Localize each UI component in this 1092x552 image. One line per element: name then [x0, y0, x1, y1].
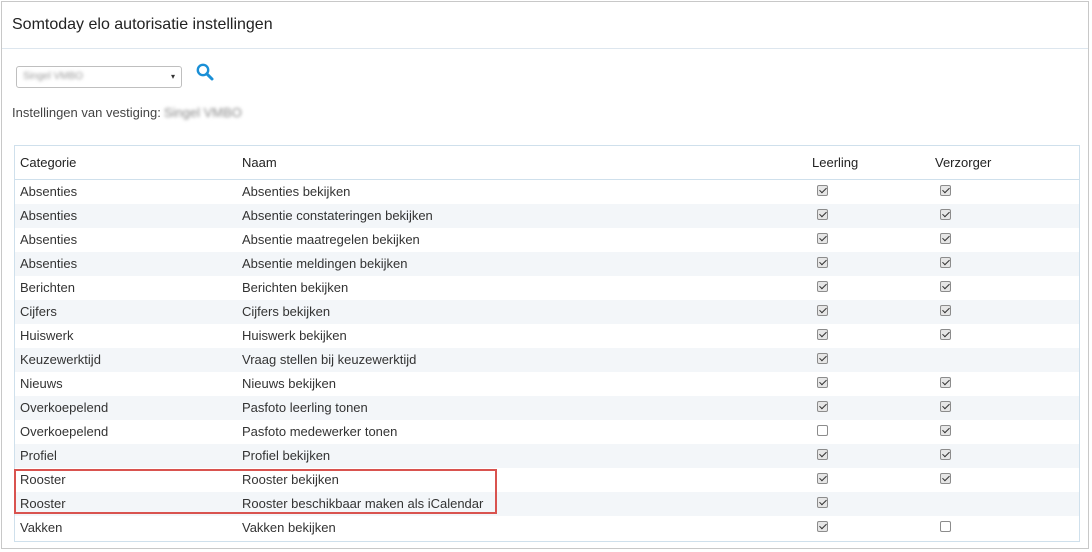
leerling-checkbox[interactable]	[817, 401, 828, 412]
cell-categorie: Cijfers	[20, 304, 57, 319]
leerling-checkbox[interactable]	[817, 377, 828, 388]
cell-categorie: Nieuws	[20, 376, 63, 391]
table-row: Cijfers Cijfers bekijken	[15, 300, 1079, 324]
leerling-checkbox[interactable]	[817, 473, 828, 484]
search-icon[interactable]	[195, 62, 215, 82]
verzorger-checkbox[interactable]	[940, 281, 951, 292]
verzorger-checkbox[interactable]	[940, 329, 951, 340]
verzorger-checkbox[interactable]	[940, 521, 951, 532]
verzorger-checkbox[interactable]	[940, 305, 951, 316]
column-header-naam: Naam	[242, 155, 277, 170]
verzorger-checkbox[interactable]	[940, 449, 951, 460]
leerling-checkbox[interactable]	[817, 305, 828, 316]
cell-naam: Absentie constateringen bekijken	[242, 208, 433, 223]
table-row: Profiel Profiel bekijken	[15, 444, 1079, 468]
cell-categorie: Berichten	[20, 280, 75, 295]
cell-naam: Pasfoto leerling tonen	[242, 400, 368, 415]
table-row: Vakken Vakken bekijken	[15, 516, 1079, 540]
table-row: Berichten Berichten bekijken	[15, 276, 1079, 300]
chevron-down-icon: ▾	[170, 72, 175, 81]
table-row: Absenties Absentie meldingen bekijken	[15, 252, 1079, 276]
leerling-checkbox[interactable]	[817, 281, 828, 292]
leerling-checkbox[interactable]	[817, 425, 828, 436]
leerling-checkbox[interactable]	[817, 449, 828, 460]
table-row: Overkoepelend Pasfoto leerling tonen	[15, 396, 1079, 420]
verzorger-checkbox[interactable]	[940, 473, 951, 484]
cell-categorie: Vakken	[20, 520, 63, 535]
table-row: Absenties Absentie constateringen bekijke…	[15, 204, 1079, 228]
cell-categorie: Absenties	[20, 256, 78, 271]
leerling-checkbox[interactable]	[817, 233, 828, 244]
cell-categorie: Overkoepelend	[20, 424, 109, 439]
leerling-checkbox[interactable]	[817, 329, 828, 340]
table-header: Categorie Naam Leerling Verzorger	[15, 146, 1079, 180]
verzorger-checkbox[interactable]	[940, 209, 951, 220]
table-row: Overkoepelend Pasfoto medewerker tonen	[15, 420, 1079, 444]
verzorger-checkbox[interactable]	[940, 377, 951, 388]
verzorger-checkbox[interactable]	[940, 401, 951, 412]
table-row: Absenties Absenties bekijken	[15, 180, 1079, 204]
cell-categorie: Keuzewerktijd	[20, 352, 101, 367]
column-header-leerling: Leerling	[812, 155, 859, 170]
cell-categorie: Overkoepelend	[20, 400, 109, 415]
title-divider	[2, 48, 1088, 49]
vestiging-name: Singel VMBO	[163, 105, 242, 120]
cell-categorie: Huiswerk	[20, 328, 74, 343]
cell-naam: Absentie maatregelen bekijken	[242, 232, 420, 247]
table-row: Nieuws Nieuws bekijken	[15, 372, 1079, 396]
cell-naam: Absentie meldingen bekijken	[242, 256, 408, 271]
column-header-categorie: Categorie	[20, 155, 77, 170]
verzorger-checkbox[interactable]	[940, 233, 951, 244]
cell-naam: Pasfoto medewerker tonen	[242, 424, 398, 439]
column-header-verzorger: Verzorger	[935, 155, 992, 170]
cell-naam: Nieuws bekijken	[242, 376, 336, 391]
cell-naam: Vraag stellen bij keuzewerktijd	[242, 352, 417, 367]
verzorger-checkbox[interactable]	[940, 425, 951, 436]
verzorger-checkbox[interactable]	[940, 257, 951, 268]
cell-naam: Profiel bekijken	[242, 448, 331, 463]
leerling-checkbox[interactable]	[817, 257, 828, 268]
table-row: Huiswerk Huiswerk bekijken	[15, 324, 1079, 348]
leerling-checkbox[interactable]	[817, 521, 828, 532]
highlight-box	[14, 469, 497, 514]
vestiging-label: Instellingen van vestiging: Singel VMBO	[12, 105, 242, 120]
cell-categorie: Absenties	[20, 184, 78, 199]
vestiging-select[interactable]: Singel VMBO ▾	[16, 66, 182, 88]
cell-categorie: Absenties	[20, 232, 78, 247]
vestiging-select-value: Singel VMBO	[23, 71, 84, 82]
leerling-checkbox[interactable]	[817, 497, 828, 508]
table-row: Keuzewerktijd Vraag stellen bij keuzewerk…	[15, 348, 1079, 372]
cell-categorie: Profiel	[20, 448, 57, 463]
page-title: Somtoday elo autorisatie instellingen	[12, 16, 273, 33]
vestiging-label-text: Instellingen van vestiging:	[12, 105, 161, 120]
leerling-checkbox[interactable]	[817, 185, 828, 196]
leerling-checkbox[interactable]	[817, 353, 828, 364]
cell-categorie: Absenties	[20, 208, 78, 223]
table-row: Absenties Absentie maatregelen bekijken	[15, 228, 1079, 252]
verzorger-checkbox[interactable]	[940, 185, 951, 196]
settings-panel: Somtoday elo autorisatie instellingen Si…	[1, 1, 1089, 549]
cell-naam: Absenties bekijken	[242, 184, 351, 199]
cell-naam: Cijfers bekijken	[242, 304, 331, 319]
cell-naam: Huiswerk bekijken	[242, 328, 347, 343]
cell-naam: Vakken bekijken	[242, 520, 336, 535]
leerling-checkbox[interactable]	[817, 209, 828, 220]
cell-naam: Berichten bekijken	[242, 280, 349, 295]
